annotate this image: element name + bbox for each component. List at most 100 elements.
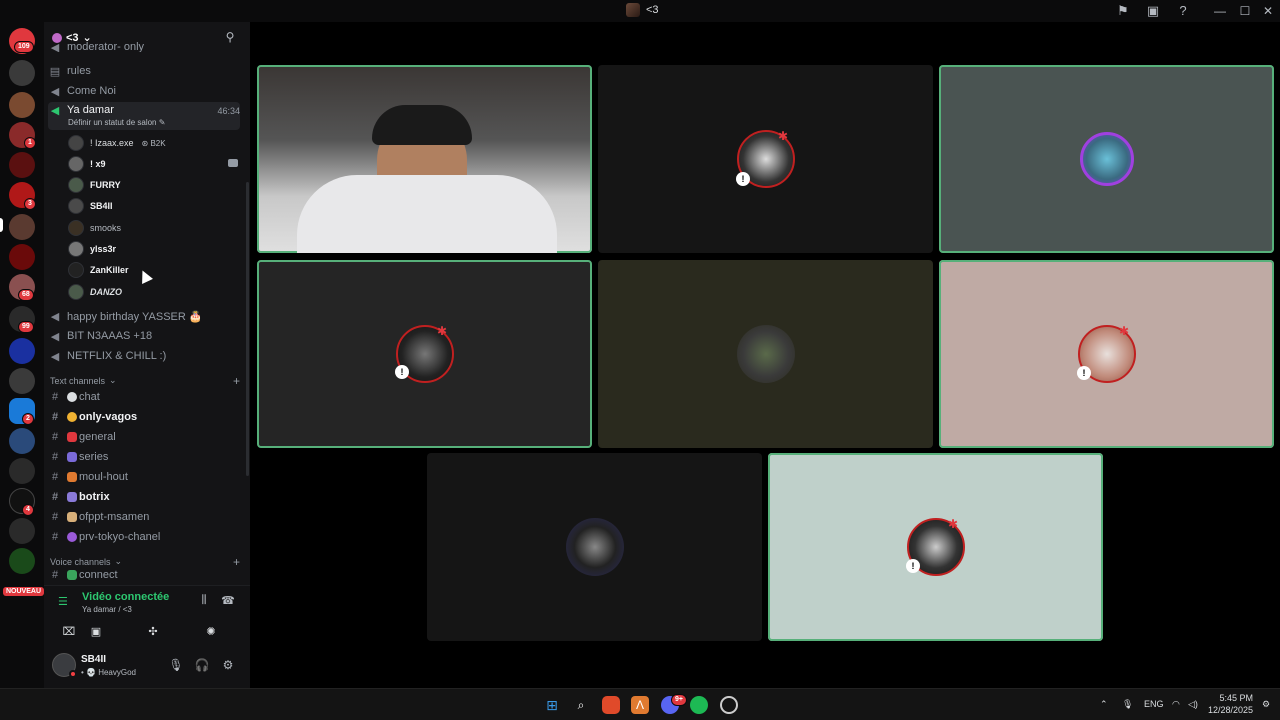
channel-rules[interactable]: ▤ rules <box>48 61 240 81</box>
clock-time: 5:45 PM <box>1219 693 1254 703</box>
settings-gear-icon[interactable]: ⚙ <box>220 658 236 674</box>
channel-label: botrix <box>79 491 110 503</box>
text-channel[interactable]: # connect <box>48 568 240 582</box>
noise-suppression-icon[interactable]: ⫼ <box>196 594 212 608</box>
voice-location[interactable]: Ya damar / <3 <box>82 605 132 614</box>
participant-tile[interactable]: ! ✱ <box>939 260 1274 448</box>
steam-icon[interactable] <box>720 696 738 714</box>
server-icon[interactable] <box>9 458 35 484</box>
voice-channel-ya-damar[interactable]: ◀ Ya damar 46:34 Définir un statut de sa… <box>48 102 240 130</box>
hash-icon: # <box>51 451 59 463</box>
anger-icon: ✱ <box>948 517 959 531</box>
participant-tile[interactable]: ! ✱ <box>257 260 592 448</box>
voice-channel[interactable]: ◀ NETFLIX & CHILL :) <box>48 346 240 366</box>
participant-tile[interactable] <box>427 453 762 641</box>
server-thumbnail <box>626 3 640 17</box>
server-icon[interactable] <box>9 518 35 544</box>
category-text-channels[interactable]: Text channels ⌄ + <box>50 374 240 388</box>
search-icon[interactable]: ⌕ <box>572 696 590 714</box>
camera-icon <box>228 159 238 167</box>
channel-item[interactable]: ◀ moderator- only <box>48 42 240 52</box>
screen-share-icon[interactable]: ▣ <box>77 622 115 642</box>
volume-icon[interactable]: ◁) <box>1188 699 1198 710</box>
voice-channel[interactable]: ◀ BIT N3AAAS +18 <box>48 326 240 346</box>
voice-user[interactable]: ! x9 <box>68 154 238 174</box>
voice-user[interactable]: ! Izaax.exe ⊛ B2K <box>68 133 238 153</box>
microphone-tray-icon[interactable]: 🎙 <box>1122 699 1133 710</box>
wifi-icon[interactable]: ◠ <box>1172 699 1180 710</box>
video-tile-camera[interactable] <box>257 65 592 253</box>
voice-user[interactable]: ZanKiller <box>68 260 238 280</box>
voice-channel-come-noi[interactable]: ◀ Come Noi <box>48 81 240 101</box>
text-channel[interactable]: # series <box>48 447 240 467</box>
headphones-icon[interactable]: 🎧 <box>194 658 210 674</box>
speaker-icon: ◀ <box>50 330 60 343</box>
text-channel[interactable]: # ofppt-msamen <box>48 507 240 527</box>
channel-label: happy birthday YASSER 🎂 <box>67 310 203 323</box>
server-icon[interactable] <box>9 428 35 454</box>
voice-user[interactable]: ylss3r <box>68 239 238 259</box>
voice-channel[interactable]: ◀ happy birthday YASSER 🎂 <box>48 306 240 326</box>
system-clock[interactable]: 5:45 PM 12/28/2025 <box>1208 692 1253 716</box>
user-name[interactable]: SB4II <box>81 654 106 665</box>
close-button[interactable]: ✕ <box>1258 2 1278 20</box>
server-icon[interactable] <box>9 152 35 178</box>
app-launcher-icon[interactable]: Λ <box>631 696 649 714</box>
user-name: ylss3r <box>90 244 117 254</box>
text-channel[interactable]: # only-vagos <box>48 407 240 427</box>
voice-user[interactable]: smooks <box>68 218 238 238</box>
disconnect-icon[interactable]: ☎ <box>220 594 236 608</box>
text-channel[interactable]: # chat <box>48 387 240 407</box>
category-voice-channels[interactable]: Voice channels ⌄ + <box>50 555 240 569</box>
server-icon[interactable] <box>9 244 35 270</box>
avatar <box>68 220 84 236</box>
avatar <box>68 177 84 193</box>
avatar <box>68 262 84 278</box>
avatar <box>68 241 84 257</box>
server-rail: 109 1 3 68 99 2 4 NOUVEAU <box>0 22 45 688</box>
server-icon[interactable] <box>9 92 35 118</box>
voice-status[interactable]: Vidéo connectée <box>82 591 169 603</box>
voice-user[interactable]: SB4II <box>68 196 238 216</box>
add-channel-icon[interactable]: + <box>233 555 240 569</box>
channel-label: BIT N3AAAS +18 <box>67 330 153 342</box>
brave-browser-icon[interactable] <box>602 696 620 714</box>
text-channel[interactable]: # moul-hout <box>48 467 240 487</box>
windows-start-icon[interactable]: ⊞ <box>543 696 561 714</box>
server-icon[interactable] <box>9 60 35 86</box>
participant-tile[interactable]: ! ✱ <box>598 65 933 253</box>
settings-gear-tray-icon[interactable]: ⚙ <box>1262 699 1270 710</box>
voice-user[interactable]: DANZO <box>68 282 238 302</box>
chevron-up-icon[interactable]: ⌃ <box>1100 699 1108 710</box>
chevron-down-icon: ⌄ <box>114 556 123 566</box>
participant-tile[interactable]: ! ✱ <box>768 453 1103 641</box>
maximize-button[interactable]: ☐ <box>1235 2 1255 20</box>
add-channel-icon[interactable]: + <box>233 374 240 388</box>
help-icon[interactable]: ? <box>1175 3 1191 19</box>
participant-tile[interactable] <box>939 65 1274 253</box>
signal-icon: ☰ <box>58 596 68 608</box>
text-channel[interactable]: # botrix <box>48 487 240 507</box>
screen-share-icon[interactable]: ▣ <box>1145 3 1161 19</box>
soundboard-icon[interactable]: ✺ <box>192 622 230 642</box>
anger-icon: ✱ <box>437 324 448 338</box>
hash-icon: # <box>51 491 59 503</box>
activities-icon[interactable]: ✣ <box>134 622 172 642</box>
language-indicator[interactable]: ENG <box>1144 699 1164 709</box>
text-channel[interactable]: # general <box>48 427 240 447</box>
voice-user[interactable]: FURRY <box>68 175 238 195</box>
participant-tile[interactable] <box>598 260 933 448</box>
server-icon[interactable] <box>9 368 35 394</box>
emoji-face-icon <box>67 412 77 423</box>
set-channel-status[interactable]: Définir un statut de salon ✎ <box>68 118 165 127</box>
channel-label: NETFLIX & CHILL :) <box>67 350 167 362</box>
sidebar-scrollbar[interactable] <box>246 182 249 476</box>
microphone-icon[interactable]: 🎙 <box>168 658 184 674</box>
server-icon[interactable] <box>9 214 35 240</box>
text-channel[interactable]: # prv-tokyo-chanel <box>48 527 240 547</box>
spotify-icon[interactable] <box>690 696 708 714</box>
inbox-flag-icon[interactable]: ⚑ <box>1115 3 1131 19</box>
server-icon[interactable] <box>9 548 35 574</box>
minimize-button[interactable]: — <box>1210 2 1230 20</box>
server-icon[interactable] <box>9 338 35 364</box>
